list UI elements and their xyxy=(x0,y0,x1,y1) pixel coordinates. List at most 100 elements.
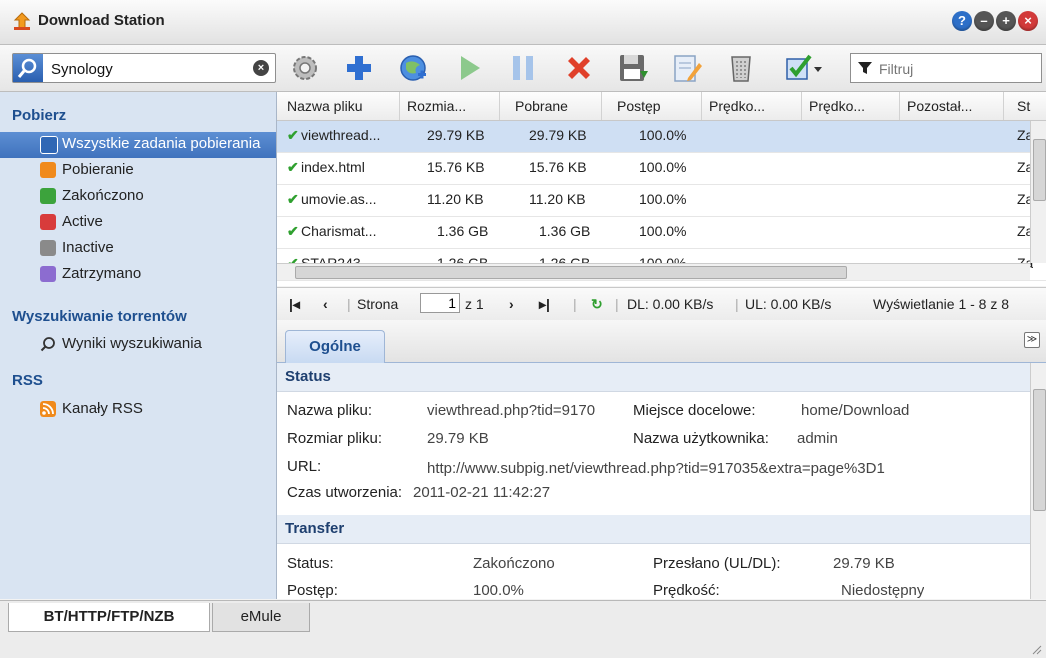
column-header-filename[interactable]: Nazwa pliku xyxy=(287,98,362,114)
section-title: Transfer xyxy=(285,520,345,537)
transferred-value: 29.79 KB xyxy=(833,555,895,572)
column-header-size[interactable]: Rozmia... xyxy=(407,98,466,114)
filename-value: viewthread.php?tid=9170 xyxy=(427,402,596,419)
toolbar: × xyxy=(0,45,1046,92)
sidebar-item-label: Inactive xyxy=(62,239,114,256)
upload-speed-total: UL: 0.00 KB/s xyxy=(745,296,832,312)
row-downloaded: 15.76 KB xyxy=(529,159,587,175)
filename-label: Nazwa pliku: xyxy=(287,402,373,419)
close-icon[interactable]: × xyxy=(1018,11,1038,31)
sidebar-item-active[interactable]: Active xyxy=(0,210,276,236)
add-task-icon[interactable] xyxy=(340,51,378,85)
sidebar-item-all-tasks[interactable]: Wszystkie zadania pobierania xyxy=(0,132,276,158)
search-icon[interactable] xyxy=(13,54,43,82)
divider: | xyxy=(735,296,739,312)
filter-box[interactable] xyxy=(850,53,1042,83)
table-row[interactable]: ✔ viewthread... 29.79 KB 29.79 KB 100.0%… xyxy=(277,121,1046,153)
file-size-label: Rozmiar pliku: xyxy=(287,430,383,447)
column-divider[interactable] xyxy=(899,92,900,120)
scrollbar-thumb[interactable] xyxy=(1033,389,1046,511)
completed-check-icon: ✔ xyxy=(287,191,299,207)
last-page-icon[interactable]: ▸| xyxy=(539,296,550,313)
collapse-chevron-icon[interactable]: ≫ xyxy=(1024,332,1040,348)
column-divider[interactable] xyxy=(801,92,802,120)
username-value: admin xyxy=(797,430,838,447)
delete-icon[interactable] xyxy=(560,51,598,85)
status-value: Zakończono xyxy=(473,555,555,572)
completed-check-icon: ✔ xyxy=(287,159,299,175)
resume-play-icon[interactable] xyxy=(450,51,488,85)
bottom-tab-bar: BT/HTTP/FTP/NZB eMule xyxy=(0,600,1046,658)
grid-vertical-scrollbar[interactable] xyxy=(1030,121,1046,263)
inactive-icon xyxy=(40,240,56,256)
section-rss: RSS xyxy=(12,372,43,389)
destination-label: Miejsce docelowe: xyxy=(633,402,756,419)
column-divider[interactable] xyxy=(601,92,602,120)
completed-check-icon: ✔ xyxy=(287,223,299,239)
sidebar-item-stopped[interactable]: Zatrzymano xyxy=(0,262,276,288)
grid-horizontal-scrollbar[interactable] xyxy=(277,263,1030,280)
column-header-remaining[interactable]: Pozostał... xyxy=(907,98,972,114)
table-row[interactable]: ✔ Charismat... 1.36 GB 1.36 GB 100.0% Za xyxy=(277,217,1046,249)
page-number-input[interactable] xyxy=(420,293,460,313)
column-header-progress[interactable]: Postęp xyxy=(617,98,661,114)
filter-input[interactable] xyxy=(877,58,1031,80)
column-divider[interactable] xyxy=(1003,92,1004,120)
select-checkbox-dropdown-icon[interactable] xyxy=(782,51,828,85)
tab-emule[interactable]: eMule xyxy=(212,603,310,632)
download-arrow-icon xyxy=(40,162,56,178)
table-row[interactable]: ✔ index.html 15.76 KB 15.76 KB 100.0% Za xyxy=(277,153,1046,185)
section-torrent-search: Wyszukiwanie torrentów xyxy=(12,308,187,325)
resize-grip-icon[interactable] xyxy=(1030,643,1042,655)
column-header-downloaded[interactable]: Pobrane xyxy=(515,98,568,114)
scrollbar-thumb[interactable] xyxy=(1033,139,1046,201)
sidebar-item-completed[interactable]: Zakończono xyxy=(0,184,276,210)
edit-icon[interactable] xyxy=(668,51,706,85)
sidebar-item-search-results[interactable]: Wyniki wyszukiwania xyxy=(0,332,276,358)
refresh-icon[interactable]: ↻ xyxy=(591,296,603,313)
column-divider[interactable] xyxy=(499,92,500,120)
column-divider[interactable] xyxy=(701,92,702,120)
minimize-icon[interactable]: – xyxy=(974,11,994,31)
previous-page-icon[interactable]: ‹ xyxy=(323,296,328,312)
next-page-icon[interactable]: › xyxy=(509,296,514,312)
scrollbar-thumb[interactable] xyxy=(295,266,847,279)
tab-general[interactable]: Ogólne xyxy=(285,330,385,363)
list-icon xyxy=(40,136,58,154)
help-icon[interactable]: ? xyxy=(952,11,972,31)
sidebar-item-rss-feeds[interactable]: Kanały RSS xyxy=(0,397,276,423)
tab-bt-http-ftp-nzb[interactable]: BT/HTTP/FTP/NZB xyxy=(8,603,210,632)
transferred-label: Przesłano (UL/DL): xyxy=(653,555,781,572)
sidebar-item-inactive[interactable]: Inactive xyxy=(0,236,276,262)
add-url-globe-icon[interactable] xyxy=(394,51,432,85)
column-header-upload-speed[interactable]: Prędko... xyxy=(809,98,865,114)
column-header-status[interactable]: St xyxy=(1017,98,1030,114)
clear-completed-icon[interactable] xyxy=(722,51,760,85)
display-count: Wyświetlanie 1 - 8 z 8 xyxy=(873,296,1010,312)
column-divider[interactable] xyxy=(399,92,400,120)
download-speed-total: DL: 0.00 KB/s xyxy=(627,296,714,312)
active-icon xyxy=(40,214,56,230)
row-progress: 100.0% xyxy=(639,127,687,143)
row-downloaded: 29.79 KB xyxy=(529,127,587,143)
sidebar-item-downloading[interactable]: Pobieranie xyxy=(0,158,276,184)
search-input[interactable] xyxy=(49,58,243,80)
save-icon[interactable] xyxy=(614,51,652,85)
download-station-window: Download Station ? – + × × xyxy=(0,0,1046,658)
pause-icon[interactable] xyxy=(504,51,542,85)
maximize-icon[interactable]: + xyxy=(996,11,1016,31)
table-row[interactable]: ✔ umovie.as... 11.20 KB 11.20 KB 100.0% … xyxy=(277,185,1046,217)
sidebar-item-label: Kanały RSS xyxy=(62,400,143,417)
divider: | xyxy=(347,296,351,312)
settings-gear-icon[interactable] xyxy=(286,51,324,85)
grid-header: Nazwa pliku Rozmia... Pobrane Postęp Prę… xyxy=(277,92,1046,121)
first-page-icon[interactable]: |◂ xyxy=(289,296,300,313)
divider: | xyxy=(573,296,577,312)
pagination-bar: |◂ ‹ | Strona z 1 › ▸| | ↻ | DL: 0.00 KB… xyxy=(277,287,1046,321)
download-station-icon xyxy=(13,12,31,30)
row-size: 15.76 KB xyxy=(427,159,485,175)
search-box[interactable]: × xyxy=(12,53,276,83)
clear-search-icon[interactable]: × xyxy=(253,60,269,76)
column-header-download-speed[interactable]: Prędko... xyxy=(709,98,765,114)
detail-vertical-scrollbar[interactable] xyxy=(1030,363,1046,599)
